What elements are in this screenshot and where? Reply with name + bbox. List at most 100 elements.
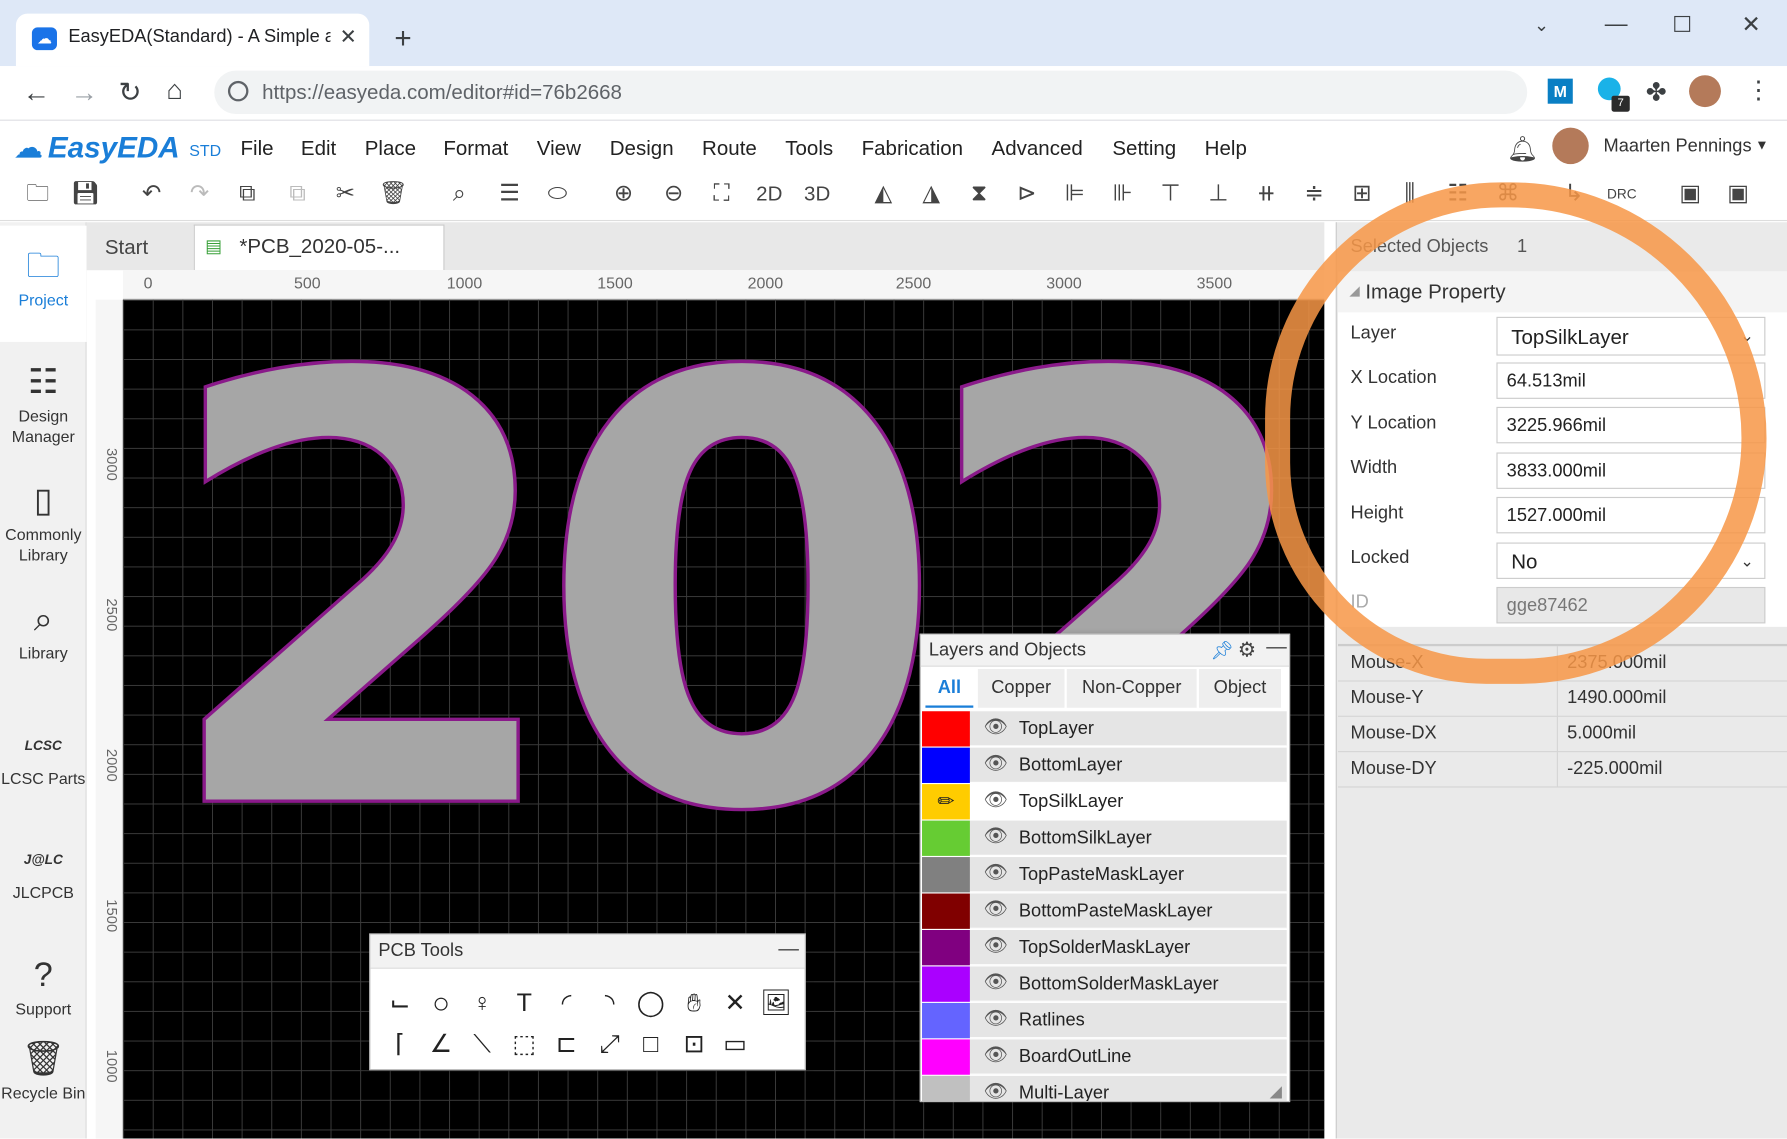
redo-icon[interactable]: ↷	[180, 177, 219, 211]
dimension-icon[interactable]: ⌈	[384, 1028, 416, 1060]
canvas-origin-icon[interactable]: ⊡	[678, 1028, 710, 1060]
eye-icon[interactable]: 👁︎	[984, 862, 1009, 885]
image-icon[interactable]: 🖼︎	[760, 987, 792, 1019]
layer-row-active[interactable]: ✏ 👁︎ TopSilkLayer	[922, 784, 1287, 820]
via-icon[interactable]: ♀	[466, 987, 498, 1019]
hand-icon[interactable]: ✋︎	[678, 987, 710, 1019]
align-bottom-icon[interactable]: ⊥	[1199, 177, 1238, 211]
delete-icon[interactable]: 🗑︎	[374, 177, 413, 211]
minimize-panel-icon[interactable]: —	[1266, 635, 1287, 659]
extension-m-icon[interactable]: M	[1547, 78, 1573, 104]
layer-color-swatch[interactable]	[922, 1039, 970, 1075]
polygon-icon[interactable]: ⊏	[550, 1028, 582, 1060]
user-avatar[interactable]	[1552, 127, 1589, 165]
layer-row[interactable]: 👁︎ Ratlines	[922, 1002, 1287, 1039]
layer-row[interactable]: 👁︎ BoardOutLine	[922, 1039, 1287, 1075]
view-3d-button[interactable]: 3D	[798, 177, 837, 211]
paste-icon[interactable]: ⧉	[278, 177, 317, 211]
rotate-left-icon[interactable]: ◭	[864, 177, 903, 211]
layer-row[interactable]: 👁︎ TopLayer	[922, 711, 1287, 747]
menu-help[interactable]: Help	[1205, 137, 1247, 161]
nav-recycle-bin[interactable]: 🗑︎ Recycle Bin	[0, 1039, 87, 1103]
align-center-v-icon[interactable]: ≑	[1295, 177, 1334, 211]
profile-avatar[interactable]	[1689, 75, 1721, 108]
layer-row[interactable]: 👁︎ BottomSolderMaskLayer	[922, 966, 1287, 1002]
menu-view[interactable]: View	[537, 137, 581, 161]
browser-menu-icon[interactable]: ⋮	[1746, 75, 1771, 105]
nav-library[interactable]: ⌕ Library	[0, 599, 87, 663]
flip-horizontal-icon[interactable]: ⧗	[960, 177, 999, 211]
rect-icon[interactable]: □	[635, 1028, 667, 1060]
eye-icon[interactable]: 👁︎	[984, 752, 1009, 775]
layer-row[interactable]: 👁︎ TopPasteMaskLayer	[922, 857, 1287, 893]
menu-place[interactable]: Place	[365, 137, 416, 161]
reload-icon[interactable]: ↻	[119, 76, 142, 109]
back-icon[interactable]: ←	[23, 77, 50, 109]
menu-fabrication[interactable]: Fabrication	[862, 137, 963, 161]
rotate-right-icon[interactable]: ◮	[912, 177, 951, 211]
save-icon[interactable]: 💾︎	[66, 177, 105, 211]
layer-color-swatch[interactable]	[922, 820, 970, 856]
eye-icon[interactable]: 👁︎	[984, 789, 1009, 812]
layer-color-swatch[interactable]	[922, 711, 970, 747]
eye-icon[interactable]: 👁︎	[984, 825, 1009, 848]
menu-route[interactable]: Route	[702, 137, 757, 161]
close-window-icon[interactable]: ✕	[1741, 10, 1760, 38]
extensions-puzzle-icon[interactable]: ✤	[1646, 77, 1667, 107]
minimize-panel-icon[interactable]: —	[778, 937, 799, 961]
resize-grip-icon[interactable]: ◢	[1270, 1082, 1282, 1101]
copy-icon[interactable]: ⧉	[228, 177, 267, 211]
eye-icon[interactable]: 👁︎	[984, 1080, 1009, 1101]
nav-project[interactable]: 🗀 Project	[0, 246, 87, 310]
layer-row[interactable]: 👁︎ TopSolderMaskLayer	[922, 929, 1287, 966]
user-name[interactable]: Maarten Pennings	[1604, 137, 1752, 158]
gerber-icon[interactable]: ▣	[1719, 177, 1758, 211]
connect-pad-icon[interactable]: ✕	[719, 987, 751, 1019]
align-right-icon[interactable]: ⊪	[1103, 177, 1142, 211]
zoom-in-icon[interactable]: ⊕	[604, 177, 643, 211]
nav-lcsc-parts[interactable]: LCSC LCSC Parts	[0, 725, 87, 789]
gear-icon[interactable]: ⚙	[1238, 638, 1256, 662]
align-top-icon[interactable]: ⊤	[1151, 177, 1190, 211]
layer-row[interactable]: 👁︎ BottomSilkLayer	[922, 820, 1287, 856]
menu-edit[interactable]: Edit	[301, 137, 336, 161]
cut-icon[interactable]: ✂	[326, 177, 365, 211]
chevron-down-icon[interactable]: ⌄	[1740, 552, 1753, 571]
view-2d-button[interactable]: 2D	[750, 177, 789, 211]
layer-color-swatch[interactable]	[922, 857, 970, 893]
layer-row[interactable]: 👁︎ Multi-Layer	[922, 1075, 1287, 1101]
close-tab-icon[interactable]: ✕	[340, 25, 357, 49]
zoom-out-icon[interactable]: ⊖	[654, 177, 693, 211]
eye-icon[interactable]: 👁︎	[984, 716, 1009, 739]
eye-icon[interactable]: 👁︎	[984, 1007, 1009, 1030]
tab-all[interactable]: All	[925, 669, 974, 708]
menu-design[interactable]: Design	[610, 137, 674, 161]
tab-object[interactable]: Object	[1198, 669, 1282, 708]
site-info-icon[interactable]	[227, 80, 249, 102]
circle-icon[interactable]: ◯	[635, 987, 667, 1019]
undo-icon[interactable]: ↶	[132, 177, 171, 211]
pin-icon[interactable]: 📌︎	[1210, 639, 1233, 662]
layer-color-swatch[interactable]	[922, 1075, 970, 1101]
eye-icon[interactable]: 👁︎	[984, 935, 1009, 958]
menu-tools[interactable]: Tools	[785, 137, 833, 161]
find-list-icon[interactable]: ☰	[490, 177, 529, 211]
measure-icon[interactable]: ⤢	[594, 1028, 626, 1060]
minimize-icon[interactable]: —	[1605, 11, 1628, 37]
pad-icon[interactable]: ○	[425, 987, 457, 1019]
layer-color-swatch[interactable]	[922, 893, 970, 929]
menu-advanced[interactable]: Advanced	[992, 137, 1083, 161]
flip-vertical-icon[interactable]: ⊳	[1007, 177, 1046, 211]
maximize-icon[interactable]	[1674, 15, 1691, 32]
forward-icon[interactable]: →	[71, 77, 98, 109]
nav-design-manager[interactable]: ☷ Design Manager	[0, 362, 87, 446]
user-menu-caret-icon[interactable]: ▼	[1755, 137, 1769, 153]
menu-format[interactable]: Format	[443, 137, 508, 161]
align-center-h-icon[interactable]: ⧺	[1247, 177, 1286, 211]
eraser-icon[interactable]: ⬭	[538, 177, 577, 211]
home-icon[interactable]: ⌂	[166, 75, 183, 107]
tab-search-icon[interactable]: ⌄	[1534, 14, 1549, 37]
rect-dashed-icon[interactable]: ⬚	[508, 1028, 540, 1060]
pencil-icon[interactable]: ✏	[922, 784, 970, 820]
copper-area-icon[interactable]: ▭	[719, 1028, 751, 1060]
